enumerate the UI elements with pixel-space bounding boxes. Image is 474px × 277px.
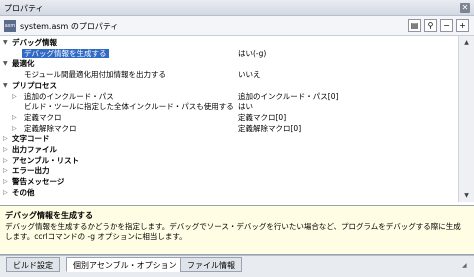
expand-arrow-icon[interactable]: ▷: [3, 134, 8, 143]
collapse-arrow-icon[interactable]: ▼: [3, 81, 8, 90]
description-pane: デバッグ情報を生成する デバッグ情報を生成するかどうかを指定します。デバッグでソ…: [0, 205, 474, 255]
close-icon[interactable]: ✕: [460, 3, 470, 13]
scroll-down-icon[interactable]: ▼: [461, 190, 472, 201]
expand-arrow-icon[interactable]: ▷: [3, 166, 8, 175]
property-row[interactable]: ▷ 警告メッセージ: [0, 177, 458, 186]
property-name: 追加のインクルード・パス: [24, 91, 114, 101]
property-name: 定義マクロ: [24, 112, 62, 122]
property-row[interactable]: デバッグ情報を生成する はい(-g): [0, 48, 458, 58]
property-name: デバッグ情報を生成する: [22, 48, 109, 58]
property-value[interactable]: 定義解除マクロ[0]: [238, 124, 301, 133]
expand-arrow-icon[interactable]: ▷: [12, 113, 17, 122]
expand-arrow-icon[interactable]: ▷: [3, 177, 8, 186]
category-label: アセンブル・リスト: [12, 155, 80, 165]
collapse-arrow-icon[interactable]: ▼: [3, 38, 8, 47]
category-label: エラー出力: [12, 166, 50, 176]
property-name: ビルド・ツールに指定した全体インクルード・パスも使用する: [24, 102, 234, 112]
property-row[interactable]: ▷ 文字コード: [0, 134, 458, 143]
description-text: デバッグ情報を生成するかどうかを指定します。デバッグでソース・デバッグを行いたい…: [5, 222, 461, 241]
property-name: 定義解除マクロ: [24, 123, 77, 133]
tab-bar: ビルド設定 個別アセンブル・オプション ファイル情報 ◢: [0, 255, 474, 277]
property-row[interactable]: ▷ その他: [0, 188, 458, 197]
property-row[interactable]: ▷ 定義マクロ 定義マクロ[0]: [0, 113, 458, 122]
property-value[interactable]: 追加のインクルード・パス[0]: [238, 92, 338, 101]
scroll-up-icon[interactable]: ▲: [461, 37, 472, 48]
search-icon[interactable]: ⚲: [424, 19, 437, 32]
collapse-all-button[interactable]: −: [440, 19, 453, 32]
property-row[interactable]: ▷ アセンブル・リスト: [0, 156, 458, 165]
property-row[interactable]: ▼ デバッグ情報: [0, 38, 458, 47]
category-label: 最適化: [12, 59, 35, 69]
category-label: プリプロセス: [12, 80, 57, 90]
tab-file-info[interactable]: ファイル情報: [180, 257, 242, 272]
property-row[interactable]: ▼ 最適化: [0, 59, 458, 68]
property-row[interactable]: ▼ プリプロセス: [0, 81, 458, 90]
property-row[interactable]: ▷ エラー出力: [0, 166, 458, 175]
asm-file-icon: asm: [4, 20, 16, 32]
property-toolbar: asm system.asm のプロパティ ▤ ⚲ − +: [0, 16, 474, 36]
category-label: その他: [12, 187, 35, 197]
expand-arrow-icon[interactable]: ▷: [12, 124, 17, 133]
expand-arrow-icon[interactable]: ▷: [3, 188, 8, 197]
panel-titlebar: プロパティ ✕: [0, 0, 474, 16]
property-row[interactable]: ▷ 定義解除マクロ 定義解除マクロ[0]: [0, 124, 458, 133]
description-title: デバッグ情報を生成する: [5, 211, 93, 220]
resize-grip-icon[interactable]: ◢: [462, 262, 470, 270]
expand-arrow-icon[interactable]: ▷: [12, 92, 17, 101]
property-value[interactable]: はい(-g): [238, 49, 266, 58]
collapse-arrow-icon[interactable]: ▼: [3, 59, 8, 68]
property-row[interactable]: ▷ 追加のインクルード・パス 追加のインクルード・パス[0]: [0, 92, 458, 101]
category-label: 出力ファイル: [12, 145, 57, 154]
property-grid: ▼ デバッグ情報 デバッグ情報を生成する はい(-g) ▼ 最適化 モジュール間最適化用付加…: [0, 36, 458, 202]
property-row[interactable]: ビルド・ツールに指定した全体インクルード・パスも使用する はい: [0, 102, 458, 111]
property-target-label: system.asm のプロパティ: [20, 22, 119, 31]
expand-arrow-icon[interactable]: ▷: [3, 156, 8, 165]
properties-icon[interactable]: ▤: [408, 19, 421, 32]
property-value[interactable]: 定義マクロ[0]: [238, 113, 286, 122]
tab-individual-assemble-options[interactable]: 個別アセンブル・オプション: [66, 257, 184, 272]
category-label: 文字コード: [12, 134, 50, 144]
tab-build-settings[interactable]: ビルド設定: [6, 257, 60, 272]
expand-all-button[interactable]: +: [456, 19, 469, 32]
category-label: 警告メッセージ: [12, 177, 65, 187]
expand-arrow-icon[interactable]: ▷: [3, 145, 8, 154]
property-row[interactable]: モジュール間最適化用付加情報を出力する いいえ: [0, 70, 458, 79]
property-value[interactable]: いいえ: [238, 70, 261, 79]
panel-title: プロパティ: [4, 4, 44, 13]
property-name: モジュール間最適化用付加情報を出力する: [24, 70, 166, 80]
vertical-scrollbar[interactable]: ▲ ▼: [458, 36, 474, 202]
property-row[interactable]: ▷ 出力ファイル: [0, 145, 458, 154]
property-value[interactable]: はい: [238, 102, 253, 111]
category-label: デバッグ情報: [12, 38, 57, 47]
